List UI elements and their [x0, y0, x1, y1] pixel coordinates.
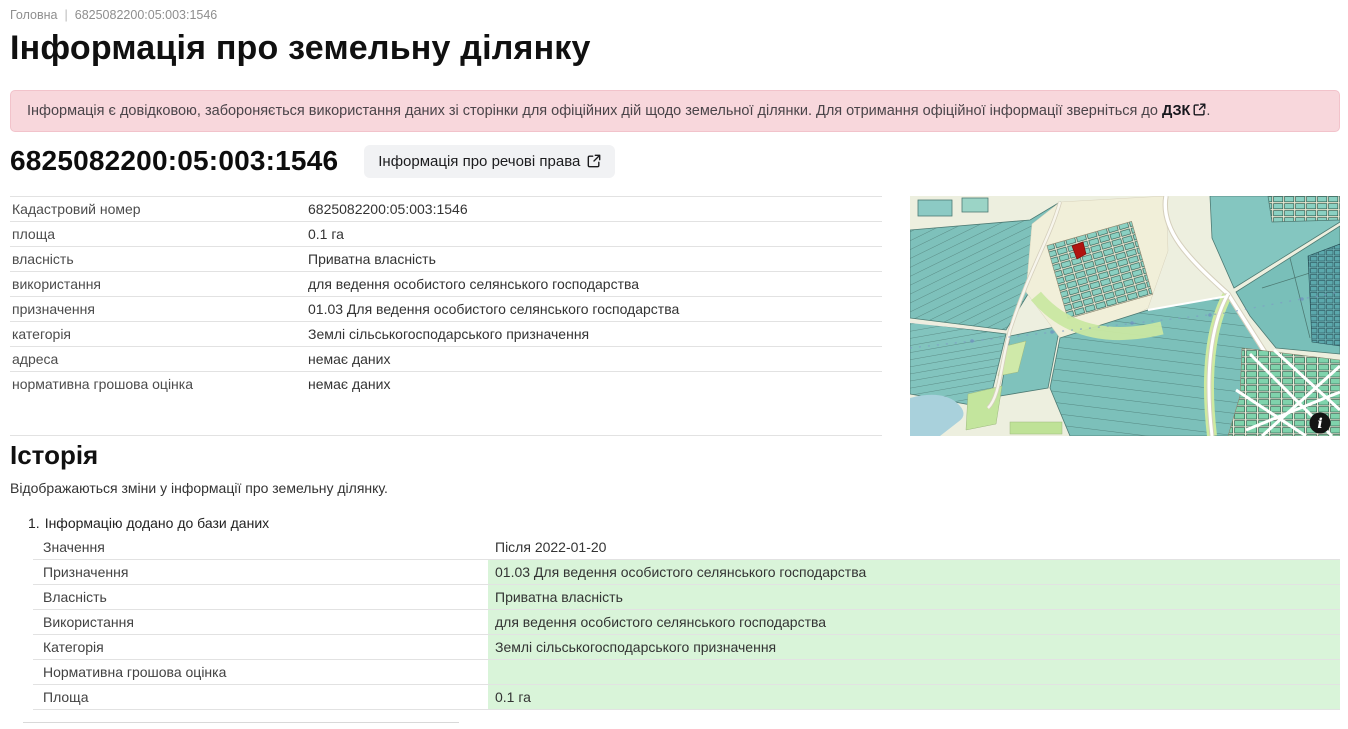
property-rights-button[interactable]: Інформація про речові права [364, 145, 615, 178]
table-row: Призначення 01.03 Для ведення особистого… [33, 560, 1340, 585]
table-row: адреса немає даних [10, 346, 882, 371]
history-label: Використання [33, 610, 488, 634]
detail-label: використання [10, 276, 308, 292]
breadcrumb-current: 6825082200:05:003:1546 [75, 8, 218, 22]
parcel-details-table: Кадастровий номер 6825082200:05:003:1546… [10, 196, 882, 436]
detail-label: власність [10, 251, 308, 267]
detail-label: площа [10, 226, 308, 242]
cadastral-map-canvas: i [910, 196, 1340, 436]
table-row: категорія Землі сільськогосподарського п… [10, 321, 882, 346]
table-row: Площа 0.1 га [33, 685, 1340, 710]
breadcrumb-separator: | [65, 8, 68, 22]
next-entry-divider [23, 722, 459, 723]
history-entry-number: 1. [28, 515, 40, 531]
history-entry-heading: 1. Інформацію додано до бази даних [10, 515, 1340, 531]
parcel-header: 6825082200:05:003:1546 Інформація про ре… [10, 145, 1340, 178]
history-value: 01.03 Для ведення особистого селянського… [488, 560, 1340, 584]
table-row: Власність Приватна власність [33, 585, 1340, 610]
history-title: Історія [10, 440, 1340, 471]
map-info-button[interactable]: i [1310, 412, 1331, 433]
table-row: призначення 01.03 Для ведення особистого… [10, 296, 882, 321]
detail-value: 6825082200:05:003:1546 [308, 201, 882, 217]
history-label: Площа [33, 685, 488, 709]
detail-label: адреса [10, 351, 308, 367]
detail-label: категорія [10, 326, 308, 342]
history-value: Після 2022-01-20 [488, 535, 1340, 559]
history-value [488, 660, 1340, 684]
cadastral-map[interactable]: i [910, 196, 1340, 436]
table-row: Кадастровий номер 6825082200:05:003:1546 [10, 196, 882, 221]
table-row: Категорія Землі сільськогосподарського п… [33, 635, 1340, 660]
table-row: власність Приватна власність [10, 246, 882, 271]
detail-value: 01.03 Для ведення особистого селянського… [308, 301, 882, 317]
history-value: Приватна власність [488, 585, 1340, 609]
info-icon: i [1317, 416, 1322, 432]
table-row: площа 0.1 га [10, 221, 882, 246]
history-label: Власність [33, 585, 488, 609]
table-row: використання для ведення особистого селя… [10, 271, 882, 296]
detail-value: Землі сільськогосподарського призначення [308, 326, 882, 342]
history-value: Землі сільськогосподарського призначення [488, 635, 1340, 659]
history-value: 0.1 га [488, 685, 1340, 709]
parcel-content: Кадастровий номер 6825082200:05:003:1546… [10, 196, 1340, 436]
detail-value: 0.1 га [308, 226, 882, 242]
history-entry-title: Інформацію додано до бази даних [45, 515, 269, 531]
dzk-link[interactable]: ДЗК [1162, 103, 1206, 119]
disclaimer-alert: Інформація є довідковою, забороняється в… [10, 90, 1340, 132]
history-entry: 1. Інформацію додано до бази даних Значен… [10, 515, 1340, 710]
external-link-icon [1193, 103, 1206, 116]
history-subtitle: Відображаються зміни у інформації про зе… [10, 480, 1340, 496]
history-label: Нормативна грошова оцінка [33, 660, 488, 684]
detail-label: Кадастровий номер [10, 201, 308, 217]
detail-value: для ведення особистого селянського госпо… [308, 276, 882, 292]
page-title: Інформація про земельну ділянку [10, 31, 1340, 67]
table-row: Використання для ведення особистого селя… [33, 610, 1340, 635]
breadcrumb-home-link[interactable]: Головна [10, 8, 58, 22]
land-parcel-page: Головна | 6825082200:05:003:1546 Інформаці… [0, 0, 1348, 729]
detail-value: немає даних [308, 351, 882, 367]
detail-value: Приватна власність [308, 251, 882, 267]
table-row: нормативна грошова оцінка немає даних [10, 371, 882, 396]
history-label: Категорія [33, 635, 488, 659]
history-value: для ведення особистого селянського госпо… [488, 610, 1340, 634]
cadastral-number-heading: 6825082200:05:003:1546 [10, 145, 338, 177]
detail-value: немає даних [308, 376, 882, 392]
detail-label: призначення [10, 301, 308, 317]
history-label: Призначення [33, 560, 488, 584]
detail-label: нормативна грошова оцінка [10, 376, 308, 392]
alert-text: Інформація є довідковою, забороняється в… [27, 103, 1162, 119]
history-label: Значення [33, 535, 488, 559]
table-row: Нормативна грошова оцінка [33, 660, 1340, 685]
external-link-icon [587, 154, 601, 168]
history-table: Значення Після 2022-01-20 Призначення 01… [33, 535, 1340, 710]
alert-text-end: . [1206, 103, 1210, 119]
table-row: Значення Після 2022-01-20 [33, 535, 1340, 560]
breadcrumb: Головна | 6825082200:05:003:1546 [10, 8, 1340, 22]
property-rights-button-label: Інформація про речові права [378, 154, 580, 169]
